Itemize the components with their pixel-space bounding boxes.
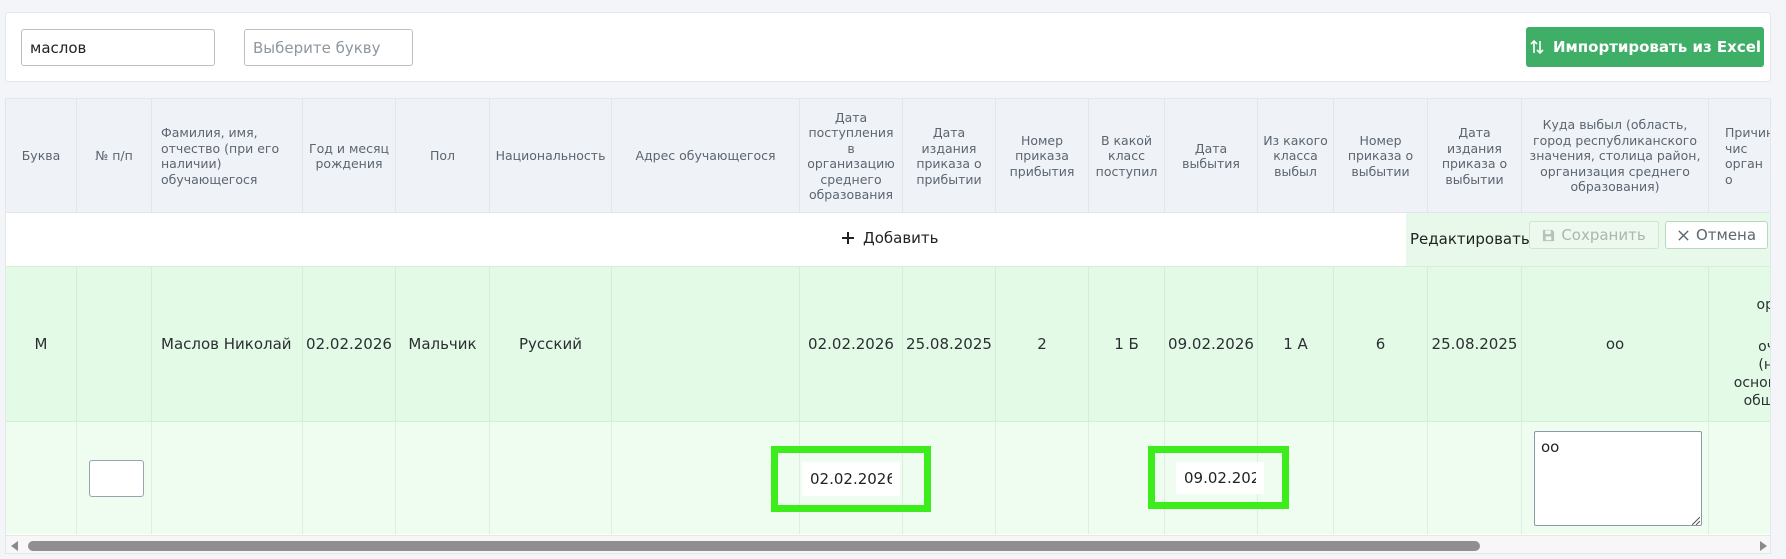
save-label: Сохранить	[1561, 226, 1646, 244]
header-departure-date: Дата выбытия	[1165, 99, 1258, 213]
cell-destination: оо	[1522, 267, 1709, 421]
plus-icon	[842, 232, 854, 244]
header-number: № п/п	[77, 99, 152, 213]
cell-gender: Мальчик	[396, 267, 490, 421]
header-class-departed: Из какого класса выбыл	[1258, 99, 1334, 213]
header-arrival-order-date: Дата издания приказа о прибытии	[903, 99, 996, 213]
cell-departure-order-number: 6	[1334, 267, 1428, 421]
cancel-button[interactable]: Отмена	[1665, 221, 1768, 249]
reason-line: ор	[1756, 297, 1770, 313]
edit-cell	[490, 422, 612, 534]
horizontal-scrollbar[interactable]	[6, 535, 1770, 553]
header-nationality: Национальность	[490, 99, 612, 213]
edit-cell	[152, 422, 303, 534]
scroll-left-arrow-icon[interactable]	[11, 541, 18, 551]
number-input[interactable]	[89, 460, 144, 497]
add-row-bar: Добавить	[6, 213, 1406, 266]
cell-departure-date: 09.02.2026	[1165, 267, 1258, 421]
cell-number	[77, 267, 152, 421]
table-header: Буква № п/п Фамилия, имя, отчество (при …	[6, 99, 1770, 213]
header-destination: Куда выбыл (область, город республиканск…	[1522, 99, 1709, 213]
letter-select[interactable]	[244, 29, 413, 66]
toolbar: Импортировать из Excel	[5, 12, 1771, 82]
cell-arrival-order-number: 2	[996, 267, 1089, 421]
edit-row: оо	[6, 422, 1770, 534]
departure-date-input[interactable]	[1176, 462, 1264, 494]
row-actions: Редактировать Сохранить Отмена	[1406, 213, 1770, 266]
header-gender: Пол	[396, 99, 490, 213]
edit-cell	[996, 422, 1089, 534]
edit-button[interactable]: Редактировать	[1410, 230, 1530, 248]
edit-cell	[303, 422, 396, 534]
import-excel-button[interactable]: Импортировать из Excel	[1526, 27, 1764, 67]
cell-nationality: Русский	[490, 267, 612, 421]
cell-full-name: Маслов Николай	[152, 267, 303, 421]
reason-line: (н	[1758, 357, 1770, 373]
search-input[interactable]	[21, 29, 215, 66]
cancel-label: Отмена	[1695, 226, 1757, 244]
cell-address	[612, 267, 800, 421]
resize-grip-icon[interactable]	[1692, 517, 1700, 525]
edit-cell	[1334, 422, 1428, 534]
header-departure-order-number: Номер приказа о выбытии	[1334, 99, 1428, 213]
edit-cell	[6, 422, 77, 534]
destination-textarea[interactable]: оо	[1534, 431, 1702, 526]
add-label: Добавить	[863, 229, 939, 247]
floppy-disk-icon	[1543, 229, 1555, 241]
admission-date-input[interactable]	[802, 462, 900, 496]
import-excel-label: Импортировать из Excel	[1552, 38, 1762, 56]
close-icon	[1678, 229, 1689, 241]
edit-cell	[1428, 422, 1522, 534]
header-departure-order-date: Дата издания приказа о выбытии	[1428, 99, 1522, 213]
header-admission-date: Дата поступления в организацию среднего …	[800, 99, 903, 213]
sort-arrows-icon	[1530, 39, 1544, 55]
reason-line: общ	[1743, 393, 1771, 409]
header-arrival-order-number: Номер приказа прибытия	[996, 99, 1089, 213]
reason-line: оч	[1758, 339, 1770, 355]
reason-line: основ	[1733, 375, 1770, 391]
cell-admission-date: 02.02.2026	[800, 267, 903, 421]
save-button[interactable]: Сохранить	[1529, 221, 1659, 249]
header-reason: Причин чис орган о	[1709, 99, 1770, 213]
header-address: Адрес обучающегося	[612, 99, 800, 213]
header-letter: Буква	[6, 99, 77, 213]
header-full-name: Фамилия, имя, отчество (при его наличии)…	[152, 99, 303, 213]
cell-class-admitted: 1 Б	[1089, 267, 1165, 421]
scrollbar-thumb[interactable]	[28, 541, 1480, 551]
cell-departure-order-date: 25.08.2025	[1428, 267, 1522, 421]
edit-cell	[396, 422, 490, 534]
add-button[interactable]: Добавить	[841, 229, 939, 247]
header-class-admitted: В какой класс поступил	[1089, 99, 1165, 213]
students-table: Буква № п/п Фамилия, имя, отчество (при …	[5, 98, 1771, 554]
cell-letter: М	[6, 267, 77, 421]
scroll-right-arrow-icon[interactable]	[1760, 541, 1767, 551]
table-row[interactable]: М Маслов Николай 02.02.2026 Мальчик Русс…	[6, 266, 1771, 422]
header-birth: Год и месяц рождения	[303, 99, 396, 213]
cell-reason: ор оч (н основ общ	[1709, 267, 1771, 421]
cell-birth: 02.02.2026	[303, 267, 396, 421]
cell-class-departed: 1 А	[1258, 267, 1334, 421]
cell-arrival-order-date: 25.08.2025	[903, 267, 996, 421]
